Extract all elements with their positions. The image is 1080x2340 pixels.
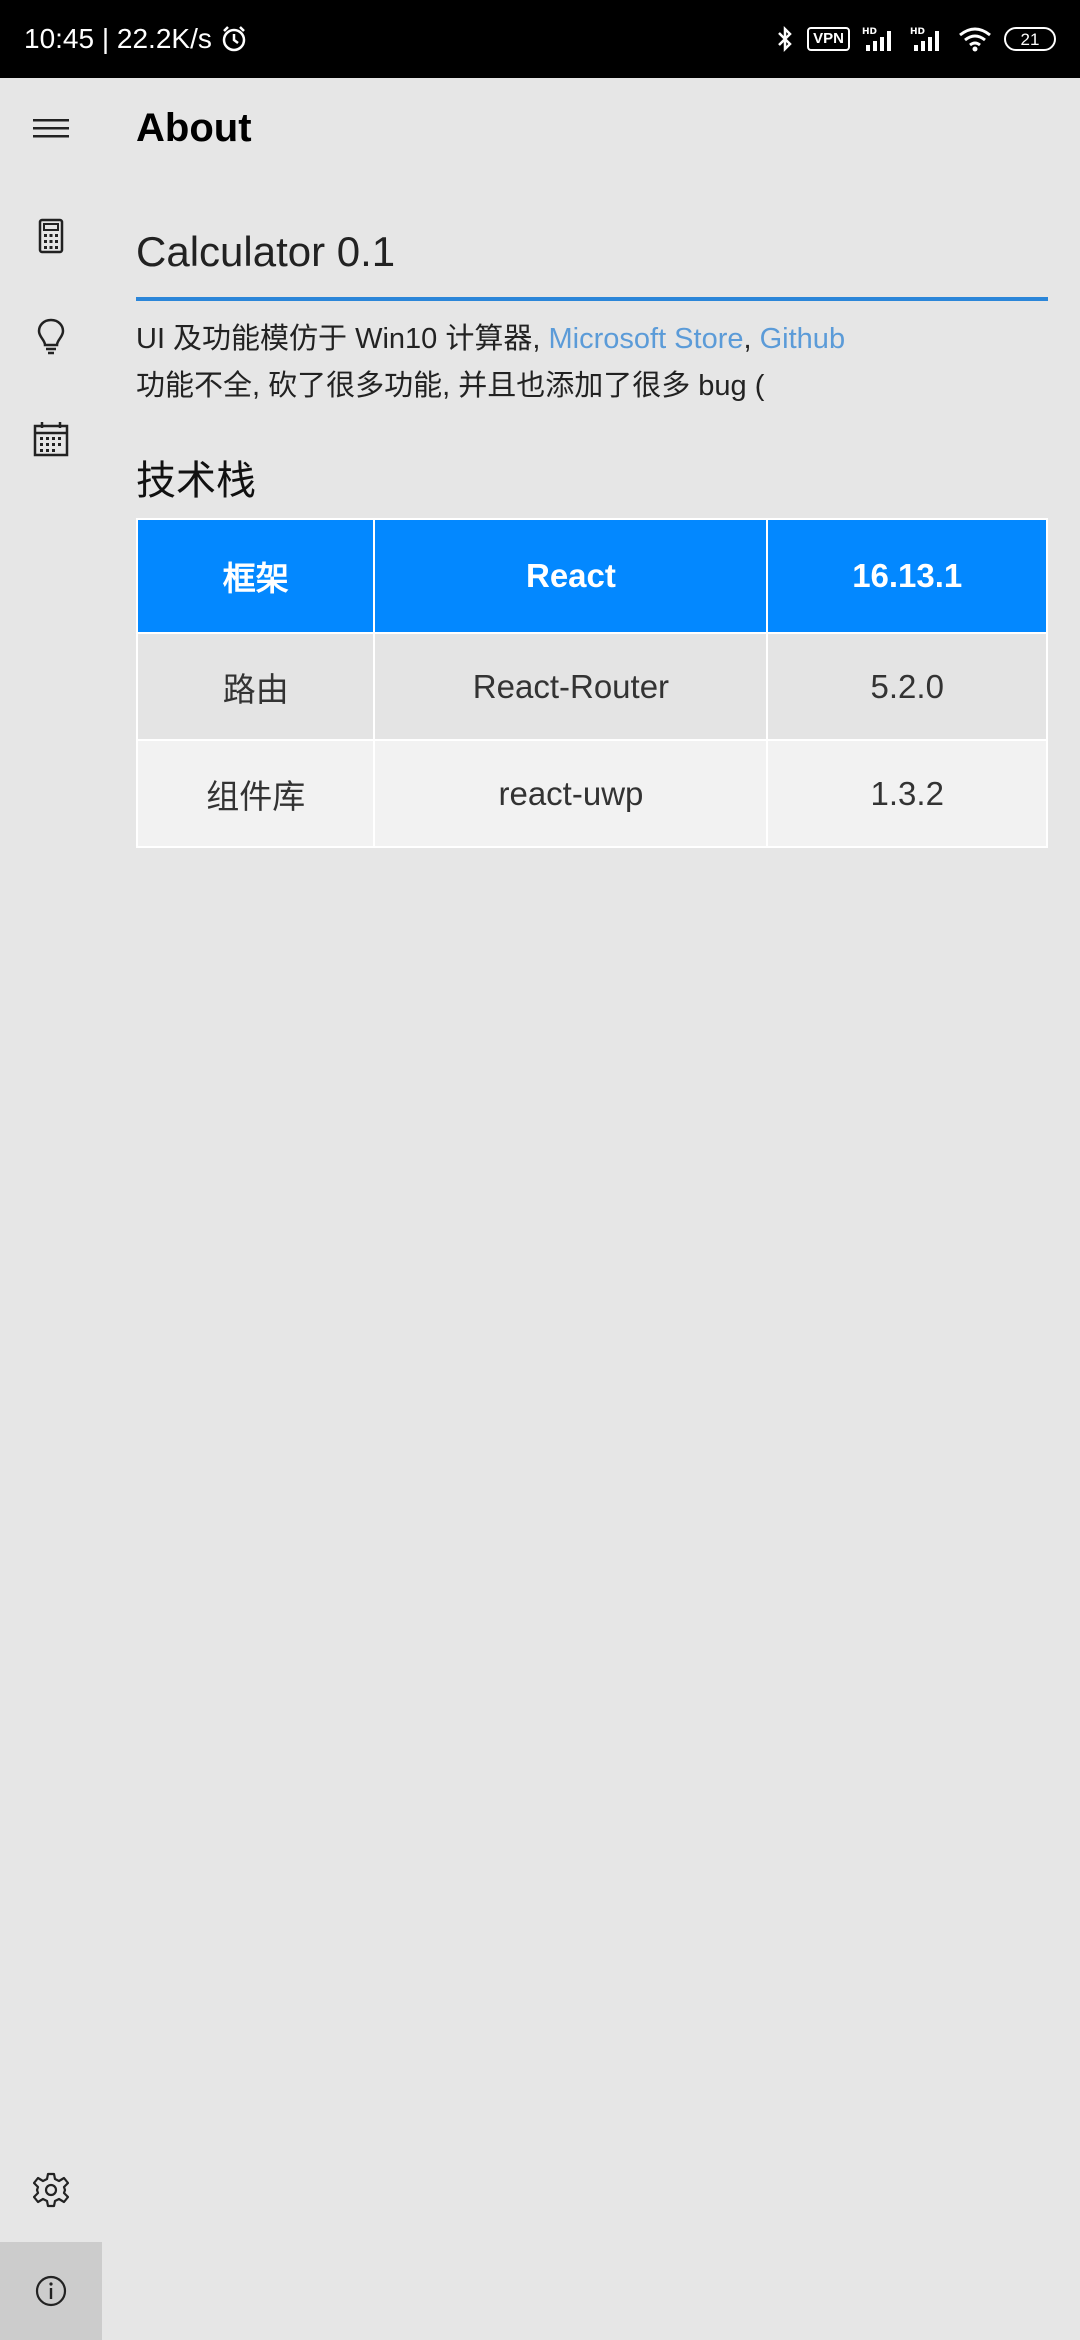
description-line-2: 功能不全, 砍了很多功能, 并且也添加了很多 bug (: [136, 370, 765, 402]
alarm-icon: [220, 25, 248, 53]
lightbulb-icon: [37, 318, 65, 356]
bluetooth-icon: [775, 25, 795, 53]
gear-icon: [33, 2172, 69, 2208]
status-bar: 10:45 | 22.2K/s VPN HD HD 21: [0, 0, 1080, 78]
description-line-1: UI 及功能模仿于 Win10 计算器, Microsoft Store, Gi…: [136, 316, 1048, 363]
table-cell: 路由: [135, 632, 376, 741]
nav-about[interactable]: [0, 2242, 102, 2340]
info-icon: [34, 2274, 68, 2308]
app-description: UI 及功能模仿于 Win10 计算器, Microsoft Store, Gi…: [136, 316, 1048, 410]
page-title: About: [136, 106, 252, 150]
table-cell: react-uwp: [373, 739, 769, 848]
description-prefix: UI 及功能模仿于 Win10 计算器,: [136, 323, 549, 355]
sidebar: [0, 78, 102, 2340]
calculator-icon: [38, 218, 64, 254]
table-cell: 框架: [135, 518, 376, 634]
table-cell: 5.2.0: [766, 632, 1048, 741]
link-separator: ,: [743, 323, 760, 355]
nav-settings[interactable]: [0, 2140, 102, 2240]
nav-tips[interactable]: [0, 287, 102, 387]
table-cell: 1.3.2: [766, 739, 1048, 848]
nav-calculator[interactable]: [0, 186, 102, 286]
tech-stack-table: 框架 React 16.13.1 路由 React-Router 5.2.0 组…: [135, 518, 1048, 848]
tech-stack-heading: 技术栈: [136, 459, 256, 503]
table-cell: React-Router: [373, 632, 769, 741]
status-time-speed: 10:45 | 22.2K/s: [24, 23, 212, 54]
github-link[interactable]: Github: [760, 323, 845, 355]
vpn-badge: VPN: [807, 27, 850, 51]
svg-text:HD: HD: [910, 27, 925, 37]
nav-calendar[interactable]: [0, 389, 102, 489]
signal-hd-icon: HD: [862, 25, 898, 53]
app-name-heading: Calculator 0.1: [136, 228, 396, 275]
table-row: 路由 React-Router 5.2.0: [135, 632, 1048, 741]
hamburger-menu-button[interactable]: [0, 78, 102, 178]
signal-hd-icon-2: HD: [910, 25, 946, 53]
microsoft-store-link[interactable]: Microsoft Store: [549, 323, 744, 355]
heading-underline: [136, 297, 1048, 301]
hamburger-menu-icon: [33, 116, 69, 140]
wifi-icon: [958, 25, 992, 53]
table-cell: 组件库: [135, 739, 376, 848]
svg-text:HD: HD: [862, 27, 877, 37]
table-cell: 16.13.1: [766, 518, 1048, 634]
battery-indicator: 21: [1004, 27, 1056, 51]
table-row: 组件库 react-uwp 1.3.2: [135, 739, 1048, 848]
table-cell: React: [373, 518, 769, 634]
calendar-icon: [33, 421, 69, 457]
table-header-row: 框架 React 16.13.1: [135, 518, 1048, 634]
